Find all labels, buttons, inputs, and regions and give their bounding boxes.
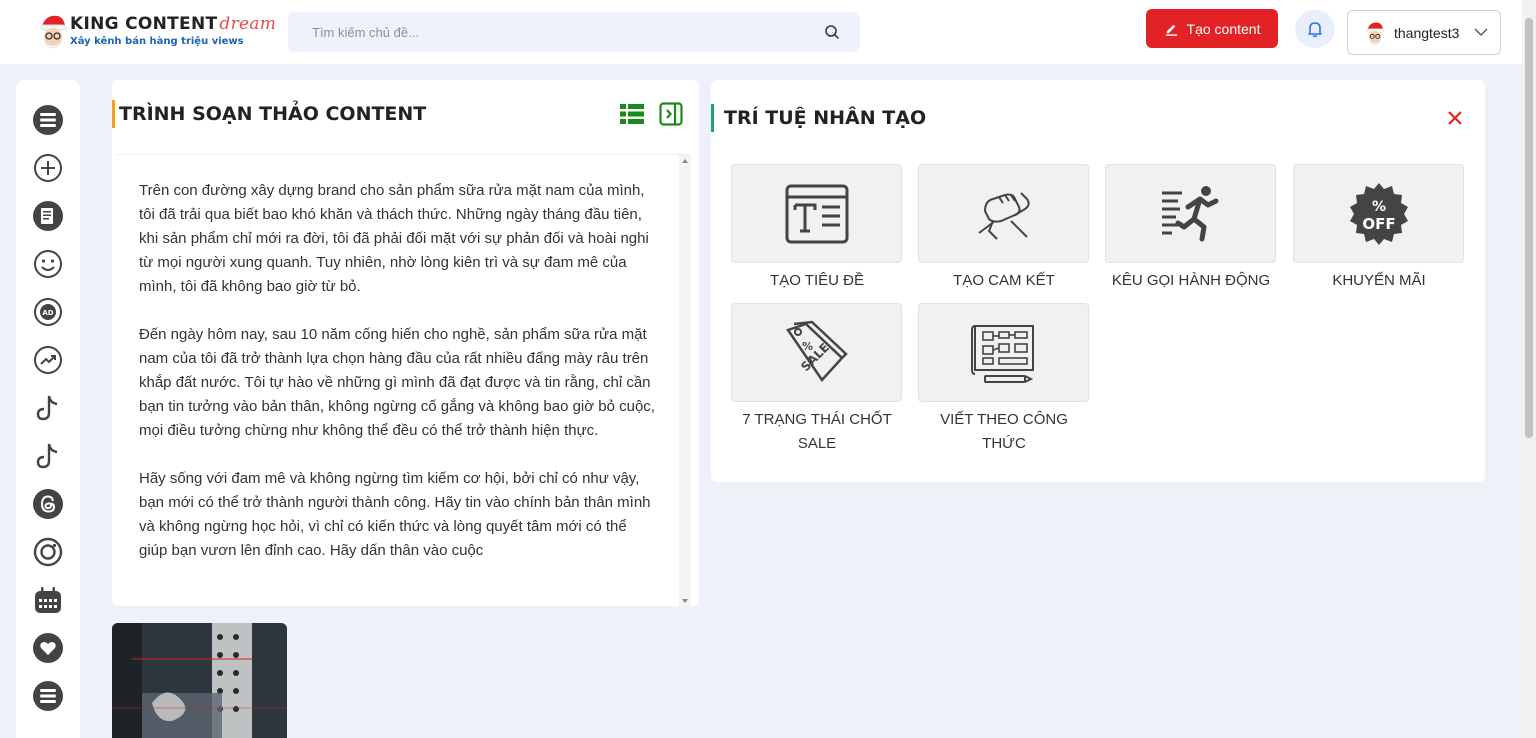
tool-icon-box[interactable]	[1105, 164, 1276, 263]
tool-label: KHUYẾN MÃI	[1332, 272, 1426, 289]
tiktok-icon	[36, 395, 58, 421]
tool-write-by-formula[interactable]: VIẾT THEO CÔNG THỨC	[918, 303, 1090, 456]
editor-paragraph: Trên con đường xây dựng brand cho sản ph…	[139, 182, 649, 295]
sidebar-item-ads[interactable]: AD	[32, 296, 64, 328]
create-content-label: Tạo content	[1186, 20, 1261, 37]
logo-title: KING CONTENT dream	[70, 14, 277, 34]
content-editor-panel: TRÌNH SOẠN THẢO CONTENT Trên con đường x…	[112, 80, 699, 606]
sidebar-item-menu[interactable]	[32, 104, 64, 136]
sidebar-item-documents[interactable]	[32, 200, 64, 232]
handshake-icon	[977, 191, 1030, 240]
video-thumbnail[interactable]	[112, 623, 287, 738]
tool-icon-box[interactable]	[918, 164, 1089, 263]
plus-circle-icon	[34, 154, 62, 182]
scroll-down-arrow[interactable]	[682, 599, 688, 603]
pencil-icon	[1165, 24, 1177, 36]
sidebar-item-more[interactable]	[32, 680, 64, 712]
editor-paragraph: Hãy sống với đam mê và không ngừng tìm k…	[139, 470, 651, 559]
list-view-icon[interactable]	[619, 102, 645, 126]
tool-label: TẠO TIÊU ĐỀ	[770, 272, 864, 289]
svg-text:AD: AD	[42, 309, 53, 317]
search-icon[interactable]	[824, 24, 840, 40]
user-menu-button[interactable]: thangtest3	[1347, 10, 1501, 55]
tool-icon-box[interactable]: % OFF	[1293, 164, 1464, 263]
sidebar-item-emoji[interactable]	[32, 248, 64, 280]
create-content-button[interactable]: Tạo content	[1146, 9, 1278, 48]
close-icon	[1448, 111, 1462, 125]
bell-icon	[1308, 22, 1322, 38]
calendar-icon	[35, 587, 61, 613]
sidebar: AD	[16, 80, 80, 738]
sidebar-item-instagram[interactable]	[32, 536, 64, 568]
tool-create-title[interactable]: TẠO TIÊU ĐỀ	[731, 164, 903, 293]
ad-icon: AD	[34, 298, 62, 326]
editor-title: TRÌNH SOẠN THẢO CONTENT	[112, 100, 426, 128]
title-text-icon	[785, 184, 848, 243]
svg-text:OFF: OFF	[1362, 215, 1395, 233]
notification-button[interactable]	[1295, 10, 1335, 48]
sidebar-item-calendar[interactable]	[32, 584, 64, 616]
editor-textarea[interactable]: Trên con đường xây dựng brand cho sản ph…	[116, 154, 691, 606]
ai-panel: TRÍ TUỆ NHÂN TẠO TẠO TIÊU ĐỀ TẠO CAM KẾT…	[711, 80, 1485, 482]
editor-content: Trên con đường xây dựng brand cho sản ph…	[116, 155, 676, 563]
sidebar-item-trending[interactable]	[32, 344, 64, 376]
tool-label: KÊU GỌI HÀNH ĐỘNG	[1111, 272, 1271, 289]
avatar	[1366, 22, 1385, 45]
instagram-icon	[33, 537, 63, 567]
panel-toggle-icon[interactable]	[659, 102, 683, 126]
sidebar-item-favorites[interactable]	[32, 632, 64, 664]
sidebar-item-tiktok-2[interactable]	[32, 440, 64, 472]
editor-toolbar	[619, 102, 683, 126]
heart-icon	[33, 633, 63, 663]
tool-icon-box[interactable]	[731, 164, 902, 263]
tool-call-to-action[interactable]: KÊU GỌI HÀNH ĐỘNG	[1105, 164, 1277, 293]
trending-icon	[34, 346, 62, 374]
tool-icon-box[interactable]: SALE %	[731, 303, 902, 402]
sale-tag-icon: SALE %	[785, 320, 848, 382]
running-man-icon	[1161, 185, 1218, 241]
logo-subtitle: Xây kênh bán hàng triệu views	[70, 36, 244, 47]
santa-face-icon	[40, 15, 67, 49]
username-label: thangtest3	[1394, 24, 1460, 41]
editor-paragraph: Đến ngày hôm nay, sau 10 năm cống hiến c…	[139, 326, 655, 439]
tool-seven-sales-states[interactable]: SALE % 7 TRẠNG THÁI CHỐT SALE	[731, 303, 903, 456]
svg-text:%: %	[802, 340, 813, 353]
svg-text:%: %	[1371, 199, 1385, 215]
sidebar-item-add[interactable]	[32, 152, 64, 184]
document-icon	[33, 201, 63, 231]
percent-off-badge-icon: % OFF	[1349, 182, 1408, 245]
thumbnail-image	[112, 623, 287, 738]
list-icon	[33, 105, 63, 135]
ai-panel-title: TRÍ TUỆ NHÂN TẠO	[711, 104, 926, 132]
page-scrollbar-thumb[interactable]	[1525, 18, 1533, 438]
search-input[interactable]	[288, 12, 860, 52]
threads-icon	[33, 489, 63, 519]
editor-scrollbar[interactable]	[679, 155, 691, 606]
scroll-up-arrow[interactable]	[682, 159, 688, 163]
sidebar-item-threads[interactable]	[32, 488, 64, 520]
tool-label: VIẾT THEO CÔNG THỨC	[940, 411, 1068, 452]
list-icon	[33, 681, 63, 711]
close-button[interactable]	[1445, 108, 1465, 128]
formula-blueprint-icon	[970, 324, 1034, 383]
page-scrollbar[interactable]	[1522, 0, 1536, 738]
tool-create-commitment[interactable]: TẠO CAM KẾT	[918, 164, 1090, 293]
tool-label: 7 TRẠNG THÁI CHỐT SALE	[742, 411, 892, 452]
tool-label: TẠO CAM KẾT	[953, 272, 1055, 289]
sidebar-item-tiktok[interactable]	[32, 392, 64, 424]
tool-icon-box[interactable]	[918, 303, 1089, 402]
search-bar	[288, 12, 860, 52]
brand-logo[interactable]: KING CONTENT dream Xây kênh bán hàng triệ…	[38, 12, 276, 54]
smile-icon	[34, 250, 62, 278]
top-header: KING CONTENT dream Xây kênh bán hàng triệ…	[0, 0, 1522, 64]
tool-promotion[interactable]: % OFF KHUYẾN MÃI	[1293, 164, 1465, 293]
tiktok-icon	[36, 443, 58, 469]
chevron-down-icon	[1474, 28, 1488, 36]
